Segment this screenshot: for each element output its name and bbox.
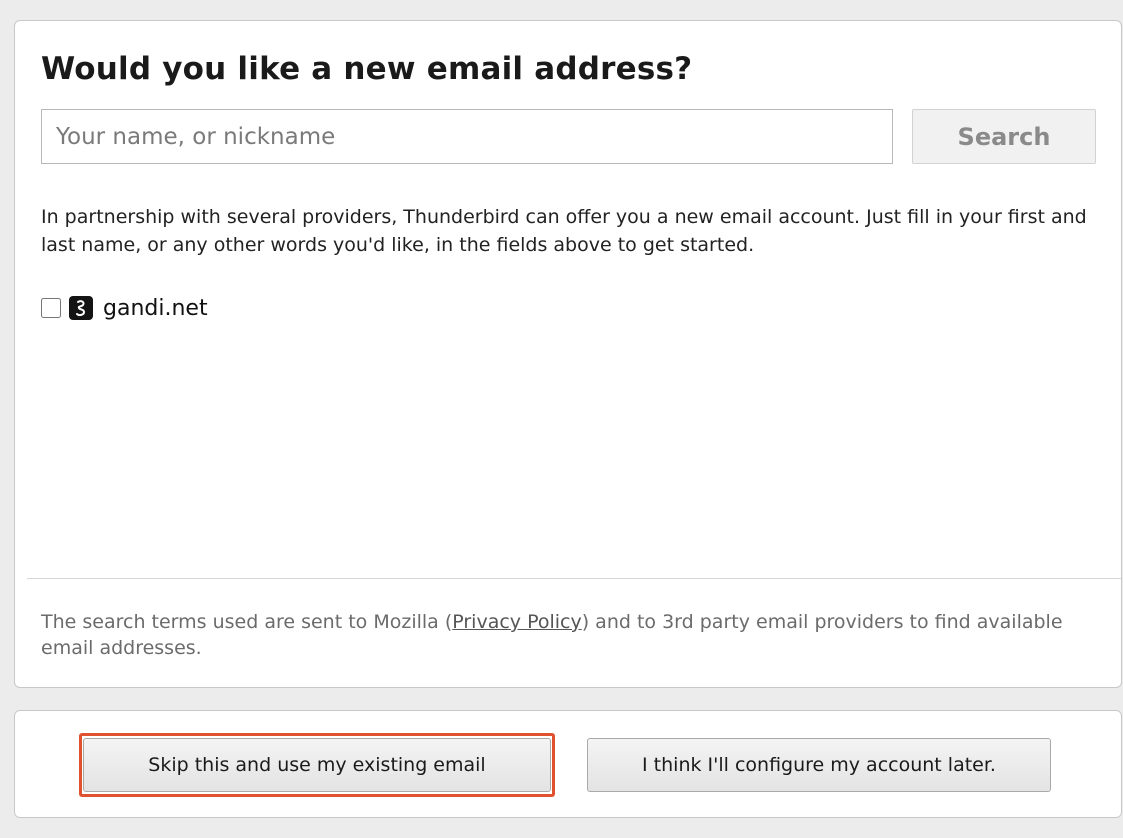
provider-item-gandi[interactable]: gandi.net [41,294,208,322]
partnership-description: In partnership with several providers, T… [41,206,1087,256]
new-email-panel: Would you like a new email address? Sear… [14,20,1122,688]
gandi-logo-icon [69,296,93,320]
skip-use-existing-email-button[interactable]: Skip this and use my existing email [83,738,551,792]
privacy-policy-link[interactable]: Privacy Policy [452,611,581,633]
name-search-input[interactable] [41,109,893,164]
provider-checkbox[interactable] [41,298,61,318]
configure-later-button[interactable]: I think I'll configure my account later. [587,738,1051,792]
privacy-text-before: The search terms used are sent to Mozill… [41,611,453,633]
privacy-note: The search terms used are sent to Mozill… [41,609,1111,661]
provider-label: gandi.net [103,295,208,321]
dialog-title: Would you like a new email address? [41,51,693,87]
action-panel: Skip this and use my existing email I th… [14,710,1122,818]
search-button[interactable]: Search [912,109,1096,164]
divider [27,578,1121,579]
